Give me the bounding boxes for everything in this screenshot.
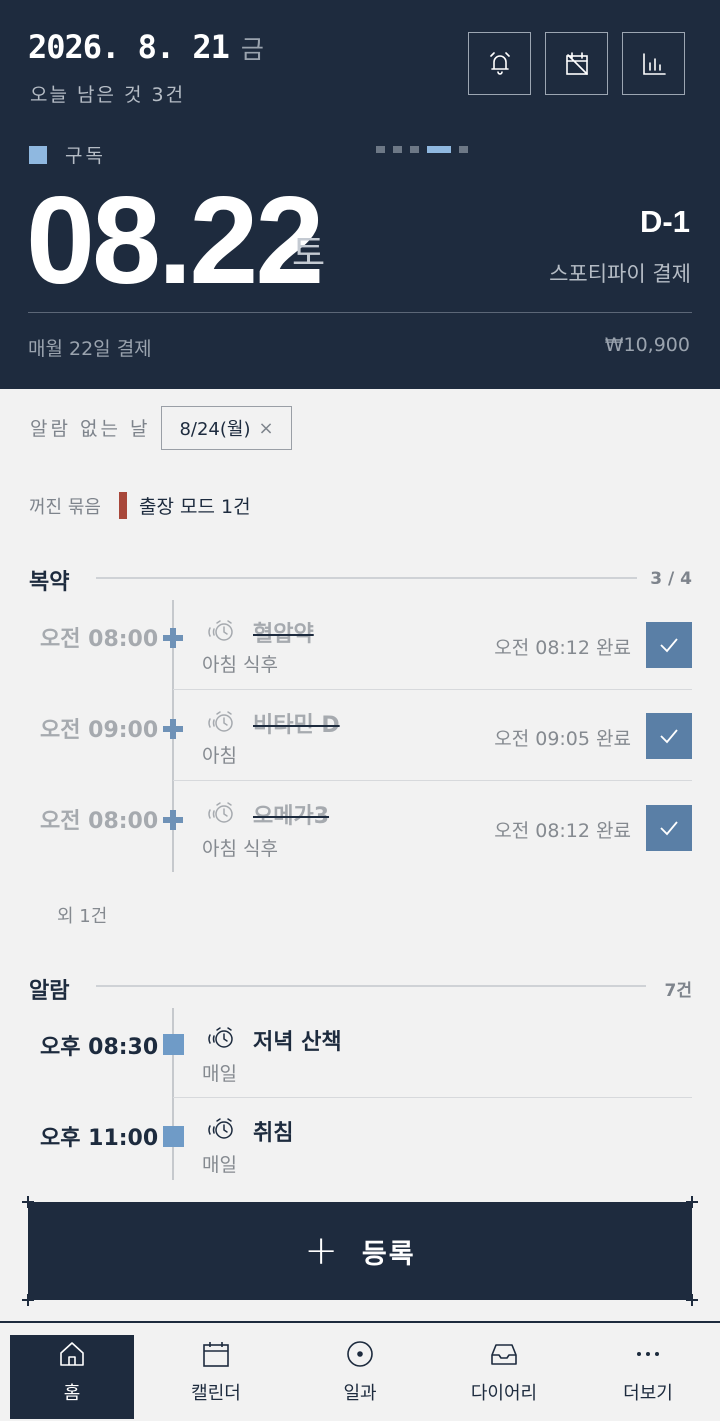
- alarm-bell-icon: [489, 51, 510, 75]
- alarm-time: 오후 11:00: [40, 1126, 159, 1151]
- pay-amount: ₩10,900: [604, 334, 690, 356]
- divider: [28, 312, 692, 313]
- alarm-repeat: 매일: [202, 1063, 237, 1085]
- medication-more-link[interactable]: 외 1건: [57, 902, 107, 928]
- register-label: 등록: [361, 1238, 416, 1270]
- medication-plus-icon: [163, 628, 183, 648]
- nav-home-label: 홈: [63, 1383, 81, 1404]
- calendar-icon: [203, 1342, 229, 1367]
- medication-time: 오전 09:00: [40, 718, 159, 743]
- alarm-title: 알람: [29, 979, 70, 1004]
- medication-count: 3 / 4: [650, 569, 692, 589]
- alarm-clock-icon: [208, 1118, 233, 1139]
- check-icon: [660, 821, 678, 836]
- nav-more-label: 더보기: [623, 1383, 673, 1404]
- pay-day: 매월 22일 결제: [28, 338, 152, 360]
- medication-divider: [96, 577, 637, 579]
- row-divider: [173, 780, 692, 781]
- row-divider: [173, 689, 692, 690]
- bottom-nav: 홈 캘린더 일과 다이어리 더보기: [0, 1321, 720, 1421]
- medication-name: 오메가3: [253, 804, 330, 829]
- medication-checkbox[interactable]: [646, 805, 692, 851]
- off-group-color-bar: [119, 492, 127, 519]
- alarm-node-square: [163, 1126, 184, 1147]
- alarm-name[interactable]: 저녁 산책: [253, 1024, 342, 1056]
- today-date: 2026. 8. 21 금: [28, 28, 264, 66]
- pager-dot[interactable]: [376, 146, 385, 153]
- nav-home[interactable]: 홈: [10, 1335, 134, 1419]
- bar-chart-icon: [642, 52, 666, 75]
- dday-badge: D-1: [640, 204, 690, 239]
- medication-checkbox[interactable]: [646, 622, 692, 668]
- medication-name: 혈압약: [253, 622, 314, 647]
- holiday-off-button[interactable]: [545, 32, 608, 95]
- today-weekday: 금: [240, 35, 264, 64]
- pager-dot[interactable]: [410, 146, 419, 153]
- pager-dot[interactable]: [393, 146, 402, 153]
- medication-sub: 아침 식후: [202, 654, 278, 676]
- nav-routine-label: 일과: [343, 1383, 377, 1404]
- today-date-text: 2026. 8. 21: [28, 28, 230, 66]
- no-alarm-label: 알람 없는 날: [30, 418, 151, 440]
- check-icon: [660, 638, 678, 653]
- subscription-tag: 구독: [29, 141, 106, 168]
- pager-dot[interactable]: [459, 146, 468, 153]
- medication-time: 오전 08:00: [40, 809, 159, 834]
- close-icon[interactable]: ×: [258, 418, 273, 439]
- medication-time: 오전 08:00: [40, 627, 159, 652]
- plus-icon: +: [304, 1228, 338, 1274]
- alarm-clock-icon: [208, 620, 233, 641]
- medication-title: 복약: [29, 570, 70, 595]
- nav-more[interactable]: 더보기: [586, 1323, 710, 1421]
- alarm-name[interactable]: 취침: [253, 1115, 293, 1147]
- nav-diary[interactable]: 다이어리: [442, 1323, 566, 1421]
- no-alarm-chip[interactable]: 8/24(월) ×: [161, 406, 292, 450]
- register-button[interactable]: + 등록: [28, 1202, 692, 1300]
- medication-name: 비타민 D: [253, 713, 340, 738]
- off-group-label: 꺼진 묶음: [29, 497, 101, 518]
- pager-dot-active[interactable]: [427, 146, 451, 153]
- remaining-count: 오늘 남은 것 3건: [30, 84, 186, 106]
- medication-plus-icon: [163, 810, 183, 830]
- check-icon: [660, 729, 678, 744]
- subscription-color-square: [29, 145, 47, 164]
- card-weekday: 토: [292, 233, 326, 274]
- home-icon: [60, 1342, 84, 1366]
- nav-calendar-label: 캘린더: [191, 1383, 241, 1404]
- medication-sub: 아침: [202, 745, 237, 767]
- alarm-time: 오후 08:30: [40, 1035, 159, 1060]
- more-dots-icon: [637, 1352, 659, 1356]
- alarm-settings-button[interactable]: [468, 32, 531, 95]
- alarm-node-square: [163, 1034, 184, 1055]
- alarm-repeat: 매일: [202, 1154, 237, 1176]
- medication-checkbox[interactable]: [646, 713, 692, 759]
- subscription-label: 구독: [65, 145, 106, 167]
- calendar-off-icon: [565, 51, 588, 75]
- medication-done-time: 오전 08:12 완료: [494, 637, 631, 659]
- nav-calendar[interactable]: 캘린더: [154, 1323, 278, 1421]
- no-alarm-chip-label: 8/24(월): [179, 419, 251, 440]
- row-divider: [173, 1097, 692, 1098]
- medication-sub: 아침 식후: [202, 838, 278, 860]
- statistics-button[interactable]: [622, 32, 685, 95]
- medication-done-time: 오전 08:12 완료: [494, 820, 631, 842]
- routine-circle-icon: [347, 1341, 373, 1367]
- header: 2026. 8. 21 금 오늘 남은 것 3건 구독 08.22 토 D-1 …: [0, 0, 720, 389]
- alarm-clock-icon: [208, 1027, 233, 1048]
- alarm-count: 7건: [664, 981, 692, 1001]
- inbox-icon: [491, 1344, 517, 1365]
- nav-routine[interactable]: 일과: [298, 1323, 422, 1421]
- alarm-divider: [96, 985, 646, 987]
- medication-done-time: 오전 09:05 완료: [494, 728, 631, 750]
- card-service: 스포티파이 결제: [549, 262, 691, 286]
- card-pager[interactable]: [376, 146, 476, 153]
- alarm-clock-icon: [208, 802, 233, 823]
- card-date: 08.22: [26, 172, 324, 310]
- nav-diary-label: 다이어리: [470, 1383, 538, 1404]
- medication-plus-icon: [163, 719, 183, 739]
- alarm-clock-icon: [208, 711, 233, 732]
- off-group-value[interactable]: 출장 모드 1건: [139, 492, 251, 519]
